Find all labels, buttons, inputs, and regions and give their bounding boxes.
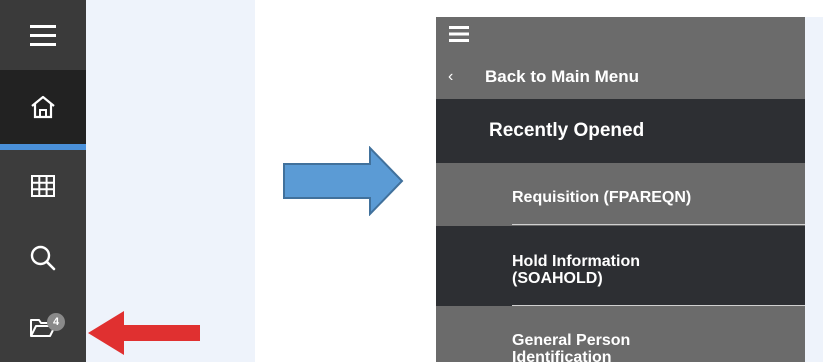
menu-item-label: Requisition (FPAREQN) (512, 189, 692, 206)
sidebar-menu-button[interactable] (0, 0, 86, 70)
search-icon (29, 244, 57, 272)
menu-item-general-person-identification[interactable]: General Person Identification (436, 307, 805, 362)
sidebar-item-search[interactable] (0, 222, 86, 294)
sidebar-item-applications[interactable] (0, 150, 86, 222)
divider (512, 305, 805, 306)
back-label: Back to Main Menu (485, 67, 639, 86)
chevron-left-icon: ‹ (448, 68, 454, 85)
hamburger-menu-icon (28, 23, 58, 47)
hamburger-menu-icon[interactable] (448, 25, 470, 48)
page-background-right (805, 17, 823, 362)
home-icon (29, 94, 57, 120)
menu-item-label: General Person Identification (512, 332, 631, 362)
menu-item-hold-information[interactable]: Hold Information (SOAHOLD) (436, 226, 805, 306)
back-to-main-menu-link[interactable]: ‹ Back to Main Menu (436, 59, 805, 95)
navigation-menu-panel: ‹ Back to Main Menu Recently Opened Requ… (436, 17, 805, 362)
recent-count-badge: 4 (47, 313, 65, 331)
menu-item-requisition[interactable]: Requisition (FPAREQN) (436, 163, 805, 225)
icon-sidebar (0, 0, 86, 362)
sidebar-item-home[interactable] (0, 70, 86, 144)
divider (512, 224, 805, 225)
red-arrow-annotation (86, 308, 206, 363)
grid-icon (30, 174, 56, 198)
sidebar-item-recently-opened[interactable] (0, 294, 86, 362)
section-title: Recently Opened (489, 120, 645, 141)
menu-item-label: Hold Information (SOAHOLD) (512, 253, 640, 287)
blue-arrow-annotation (282, 145, 406, 221)
recently-opened-header: Recently Opened (436, 99, 805, 163)
